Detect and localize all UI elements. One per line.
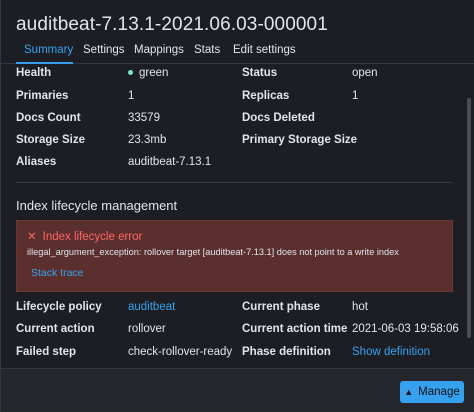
error-title-text: Index lifecycle error [42, 231, 143, 243]
docs-count-value: 33579 [128, 112, 160, 124]
error-x-icon: ✕ [27, 231, 37, 243]
replicas-value: 1 [352, 90, 359, 102]
primaries-value: 1 [128, 90, 135, 102]
failed-step-value: check-rollover-ready [128, 346, 233, 358]
tab-summary[interactable]: Summary [24, 44, 73, 56]
phase-definition-label: Phase definition [242, 346, 331, 358]
manage-button-label: Manage [418, 386, 460, 398]
ilm-section-title: Index lifecycle management [16, 198, 178, 213]
tab-bar: Summary Settings Mappings Stats Edit set… [1, 38, 474, 64]
current-action-time-value: 2021-06-03 19:58:06 [352, 323, 459, 335]
active-tab-indicator [16, 62, 73, 64]
health-label: Health [16, 67, 52, 79]
status-label: Status [242, 67, 278, 79]
current-action-label: Current action [16, 323, 95, 335]
current-action-time-label: Current action time [242, 323, 348, 335]
tab-settings[interactable]: Settings [83, 44, 125, 56]
flyout-title: auditbeat-7.13.1-2021.06.03-000001 [16, 14, 328, 35]
docs-deleted-label: Docs Deleted [242, 112, 315, 124]
docs-count-label: Docs Count [16, 112, 81, 124]
tab-stats[interactable]: Stats [194, 44, 220, 56]
lifecycle-policy-label: Lifecycle policy [16, 301, 102, 313]
primary-storage-size-label: Primary Storage Size [242, 134, 358, 146]
current-phase-label: Current phase [242, 301, 320, 313]
status-value: open [352, 67, 378, 79]
tab-mappings[interactable]: Mappings [134, 44, 184, 56]
health-text: green [139, 67, 169, 79]
ilm-error-callout: ✕ Index lifecycle error illegal_argument_… [16, 220, 453, 292]
replicas-label: Replicas [242, 90, 290, 102]
tab-edit-settings[interactable]: Edit settings [233, 44, 296, 56]
health-status-dot-icon [128, 70, 133, 75]
chevron-up-icon: ▲ [404, 387, 414, 397]
aliases-value: auditbeat-7.13.1 [128, 156, 212, 168]
current-phase-value: hot [352, 301, 368, 313]
failed-step-label: Failed step [16, 346, 77, 358]
health-value: green [128, 67, 168, 79]
index-details-flyout: auditbeat-7.13.1-2021.06.03-000001 Summa… [0, 0, 474, 412]
lifecycle-policy-link[interactable]: auditbeat [128, 301, 175, 313]
aliases-label: Aliases [16, 156, 57, 168]
manage-button[interactable]: ▲ Manage [400, 381, 464, 403]
storage-size-value: 23.3mb [128, 134, 167, 146]
stack-trace-link[interactable]: Stack trace [31, 267, 84, 279]
error-title: ✕ Index lifecycle error [27, 229, 142, 243]
section-divider [16, 182, 453, 183]
error-message: illegal_argument_exception: rollover tar… [27, 247, 399, 257]
scrollbar-thumb[interactable] [467, 98, 471, 338]
current-action-value: rollover [128, 323, 166, 335]
storage-size-label: Storage Size [16, 134, 86, 146]
flyout-footer: ▲ Manage [1, 368, 474, 412]
show-definition-link[interactable]: Show definition [352, 346, 430, 358]
primaries-label: Primaries [16, 90, 69, 102]
